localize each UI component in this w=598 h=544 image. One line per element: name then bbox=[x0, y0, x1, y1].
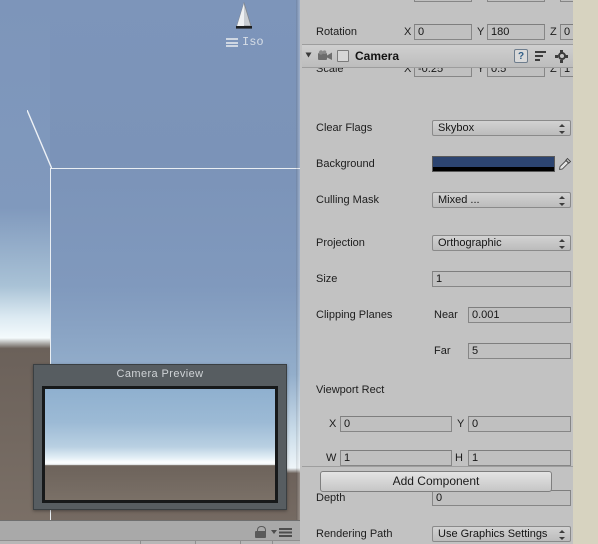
camera-frustum-ray bbox=[27, 110, 52, 169]
rotation-axis-y: Y bbox=[477, 26, 485, 38]
property-row-clipping-near: Clipping Planes Near 0.001 bbox=[300, 307, 573, 325]
property-row-culling-mask: Culling Mask Mixed ... bbox=[300, 192, 573, 210]
viewport-x-label: X bbox=[329, 418, 337, 430]
viewport-y-field[interactable]: 0 bbox=[468, 416, 571, 432]
rotation-axis-x: X bbox=[404, 26, 412, 38]
editor-background-strip bbox=[573, 0, 598, 544]
background-label: Background bbox=[316, 158, 375, 170]
viewport-y-value: 0 bbox=[472, 418, 479, 430]
scene-view-projection-toggle[interactable]: Iso bbox=[226, 35, 264, 49]
property-row-clear-flags: Clear Flags Skybox bbox=[300, 120, 573, 138]
camera-enabled-checkbox[interactable] bbox=[337, 50, 349, 62]
viewport-h-field[interactable]: 1 bbox=[468, 450, 571, 466]
foldout-arrow-icon[interactable] bbox=[305, 52, 312, 58]
rendering-path-value: Use Graphics Settings bbox=[438, 528, 548, 540]
property-row-viewport-xy: X 0 Y 0 bbox=[300, 416, 573, 434]
clear-flags-dropdown[interactable]: Skybox bbox=[432, 120, 571, 136]
add-component-button[interactable]: Add Component bbox=[320, 471, 552, 492]
clipping-far-value: 5 bbox=[472, 345, 479, 357]
viewport-y-label: Y bbox=[457, 418, 465, 430]
chevron-updown-icon bbox=[559, 124, 566, 134]
rotation-x-field[interactable]: 0 bbox=[414, 24, 472, 40]
camera-icon bbox=[318, 50, 332, 60]
rotation-x-value: 0 bbox=[418, 26, 425, 38]
rendering-path-label: Rendering Path bbox=[316, 528, 393, 540]
gear-icon[interactable] bbox=[555, 49, 568, 63]
viewport-w-label: W bbox=[326, 452, 337, 464]
scene-view[interactable]: Iso Camera Preview bbox=[0, 0, 300, 520]
unity-editor-window: Iso Camera Preview Position X bbox=[0, 0, 598, 544]
clear-flags-label: Clear Flags bbox=[316, 122, 373, 134]
clipping-near-label: Near bbox=[434, 309, 458, 321]
rotation-axis-z: Z bbox=[550, 26, 557, 38]
depth-value: 0 bbox=[436, 492, 443, 504]
rotation-z-field[interactable]: 0 bbox=[560, 24, 573, 40]
depth-field[interactable]: 0 bbox=[432, 490, 571, 506]
chevron-updown-icon bbox=[559, 196, 566, 206]
size-label: Size bbox=[316, 273, 338, 285]
projection-dropdown[interactable]: Orthographic bbox=[432, 235, 571, 251]
viewport-h-value: 1 bbox=[472, 452, 479, 464]
property-row-viewport-rect: Viewport Rect bbox=[300, 382, 573, 400]
viewport-x-field[interactable]: 0 bbox=[340, 416, 452, 432]
chevron-updown-icon bbox=[559, 239, 566, 249]
inspector-panel: Position X 0 Y 0 Z 0 Rotation X 0 Y 180 … bbox=[300, 0, 573, 544]
inspector-separator bbox=[302, 466, 573, 467]
rotation-y-value: 180 bbox=[491, 26, 510, 38]
viewport-w-value: 1 bbox=[344, 452, 351, 464]
transform-row-rotation: Rotation X 0 Y 180 Z 0 bbox=[300, 24, 573, 42]
property-row-clipping-far: Far 5 bbox=[300, 343, 573, 361]
camera-preview-panel: Camera Preview bbox=[33, 364, 287, 510]
scene-projection-label: Iso bbox=[242, 35, 264, 49]
scene-gizmo-menu-icon[interactable] bbox=[226, 37, 238, 47]
camera-component-header[interactable]: Camera ? bbox=[302, 44, 573, 68]
projection-value: Orthographic bbox=[438, 237, 502, 249]
clipping-far-label: Far bbox=[434, 345, 451, 357]
size-field[interactable]: 1 bbox=[432, 271, 571, 287]
depth-label: Depth bbox=[316, 492, 346, 504]
culling-mask-dropdown[interactable]: Mixed ... bbox=[432, 192, 571, 208]
rotation-y-field[interactable]: 180 bbox=[487, 24, 545, 40]
transform-rotation-label: Rotation bbox=[316, 26, 357, 38]
chevron-updown-icon bbox=[559, 530, 566, 540]
clipping-far-field[interactable]: 5 bbox=[468, 343, 571, 359]
clipping-near-value: 0.001 bbox=[472, 309, 500, 321]
camera-preview-frame bbox=[42, 386, 278, 503]
property-row-depth: Depth 0 bbox=[300, 490, 573, 508]
hamburger-menu-icon[interactable] bbox=[271, 527, 292, 537]
lock-icon[interactable] bbox=[255, 526, 266, 538]
viewport-w-field[interactable]: 1 bbox=[340, 450, 452, 466]
bottom-tab-strip bbox=[0, 540, 300, 544]
clipping-planes-label: Clipping Planes bbox=[316, 309, 393, 321]
rendering-path-dropdown[interactable]: Use Graphics Settings bbox=[432, 526, 571, 542]
size-value: 1 bbox=[436, 273, 443, 285]
clear-flags-value: Skybox bbox=[438, 122, 475, 134]
background-color-swatch[interactable] bbox=[432, 156, 555, 172]
rotation-z-value: 0 bbox=[564, 26, 571, 38]
property-row-size: Size 1 bbox=[300, 271, 573, 289]
culling-mask-value: Mixed ... bbox=[438, 194, 480, 206]
property-row-projection: Projection Orthographic bbox=[300, 235, 573, 253]
help-icon[interactable]: ? bbox=[514, 49, 528, 63]
camera-preview-title: Camera Preview bbox=[116, 368, 204, 380]
camera-preview-render bbox=[45, 389, 275, 500]
viewport-h-label: H bbox=[455, 452, 463, 464]
culling-mask-label: Culling Mask bbox=[316, 194, 379, 206]
eyedropper-icon[interactable] bbox=[558, 157, 572, 171]
projection-label: Projection bbox=[316, 237, 365, 249]
camera-component-title: Camera bbox=[355, 49, 400, 63]
transform-row-position: Position X 0 Y 0 Z 0 bbox=[300, 0, 573, 4]
property-row-rendering-path: Rendering Path Use Graphics Settings bbox=[300, 526, 573, 544]
viewport-x-value: 0 bbox=[344, 418, 351, 430]
property-row-background: Background bbox=[300, 156, 573, 174]
viewport-rect-label: Viewport Rect bbox=[316, 384, 385, 396]
preset-icon[interactable] bbox=[535, 50, 548, 62]
scene-view-bottom-bar bbox=[0, 520, 300, 544]
clipping-near-field[interactable]: 0.001 bbox=[468, 307, 571, 323]
scene-orientation-gizmo[interactable] bbox=[233, 2, 255, 30]
